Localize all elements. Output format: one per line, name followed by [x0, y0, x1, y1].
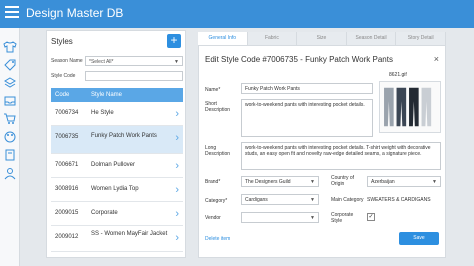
name-input[interactable]: Funky Patch Work Pants — [241, 83, 373, 94]
detail-tabs: General Info Fabric Size Season Detail S… — [198, 32, 446, 45]
brand-value: The Designers Guild — [245, 179, 291, 185]
row-code: 7006671 — [55, 162, 79, 168]
table-row[interactable]: 2009012 SS - Women MayFair Jacket › — [51, 226, 183, 252]
left-icon-rail — [0, 28, 20, 266]
styles-table: Code Style Name 7006734 He Style › 70067… — [51, 88, 183, 252]
corporate-style-label: Corporate Style — [331, 212, 354, 224]
shirt-icon[interactable] — [3, 40, 17, 54]
edit-style-form: Edit Style Code #7006735 - Funky Patch W… — [198, 45, 446, 258]
season-name-select[interactable]: *Select All* ▼ — [85, 56, 183, 66]
user-icon[interactable] — [3, 166, 17, 180]
category-select[interactable]: Cardigans ▼ — [241, 194, 319, 205]
row-code: 2009012 — [55, 234, 79, 240]
brand-select[interactable]: The Designers Guild ▼ — [241, 176, 319, 187]
vendor-select[interactable]: ▼ — [241, 212, 319, 223]
top-bar: Design Master DB — [0, 0, 474, 28]
category-value: Cardigans — [245, 197, 268, 203]
cart-icon[interactable] — [3, 112, 17, 126]
row-code: 7006735 — [55, 134, 79, 140]
delete-item-link[interactable]: Delete item — [205, 236, 230, 242]
season-name-value: *Select All* — [89, 59, 114, 65]
chevron-down-icon: ▼ — [432, 179, 437, 185]
table-row[interactable]: 7006734 He Style › — [51, 102, 183, 126]
name-label: Name* — [205, 87, 221, 93]
tab-story-detail[interactable]: Story Detail — [396, 32, 446, 45]
tab-general-info[interactable]: General Info — [198, 32, 248, 45]
close-icon[interactable]: × — [434, 54, 439, 64]
row-name: Funky Patch Work Pants — [91, 133, 157, 139]
pants-image — [380, 82, 440, 132]
row-name: Women Lydia Top — [91, 186, 139, 192]
tab-fabric[interactable]: Fabric — [247, 32, 298, 45]
layers-icon[interactable] — [3, 76, 17, 90]
book-icon[interactable] — [3, 148, 17, 162]
table-header: Code Style Name — [51, 88, 183, 102]
style-code-label: Style Code — [51, 73, 76, 79]
column-header-style-name: Style Name — [91, 92, 123, 98]
row-name: Dolman Pullover — [91, 162, 136, 168]
tag-icon[interactable] — [3, 58, 17, 72]
main-category-label: Main Category — [331, 197, 364, 203]
row-name: Corporate — [91, 210, 118, 216]
app-title: Design Master DB — [26, 6, 124, 20]
row-code: 7006734 — [55, 110, 79, 116]
hamburger-menu-icon[interactable] — [5, 6, 19, 20]
main-category-value: SWEATERS & CARDIGANS — [367, 197, 431, 203]
chevron-right-icon[interactable]: › — [175, 108, 179, 120]
country-of-origin-label: Country of Origin — [331, 175, 355, 187]
table-row[interactable]: 3008916 Women Lydia Top › — [51, 178, 183, 202]
style-code-input[interactable] — [85, 71, 183, 81]
table-row[interactable]: 7006671 Dolman Pullover › — [51, 154, 183, 178]
save-button[interactable]: Save — [399, 232, 439, 245]
corporate-style-checkbox[interactable]: ✓ — [367, 213, 375, 221]
row-code: 3008916 — [55, 186, 79, 192]
styles-title: Styles — [51, 37, 73, 46]
table-row[interactable]: 2009015 Corporate › — [51, 202, 183, 226]
chevron-down-icon: ▼ — [310, 179, 315, 185]
row-code: 2009015 — [55, 210, 79, 216]
add-style-button[interactable]: + — [167, 34, 181, 48]
short-description-input[interactable]: work-to-weekend pants with interesting p… — [241, 99, 373, 137]
long-description-input[interactable]: work-to-weekend pants with interesting p… — [241, 142, 441, 170]
category-label: Category* — [205, 198, 228, 204]
palette-icon[interactable] — [3, 130, 17, 144]
tab-size[interactable]: Size — [297, 32, 347, 45]
table-row-selected[interactable]: 7006735 Funky Patch Work Pants › — [51, 126, 183, 154]
chevron-down-icon: ▼ — [310, 215, 315, 221]
country-value: Azerbaijan — [371, 179, 395, 185]
column-header-code: Code — [55, 92, 70, 98]
form-title: Edit Style Code #7006735 - Funky Patch W… — [205, 55, 393, 64]
chevron-right-icon[interactable]: › — [175, 132, 179, 144]
chevron-right-icon[interactable]: › — [175, 160, 179, 172]
styles-panel: Styles + Season Name *Select All* ▼ Styl… — [46, 30, 186, 258]
vendor-label: Vendor — [205, 215, 221, 221]
row-name: SS - Women MayFair Jacket — [91, 231, 168, 237]
long-description-label: Long Description — [205, 145, 231, 157]
chevron-right-icon[interactable]: › — [175, 184, 179, 196]
image-filename: 8621.gif — [389, 72, 407, 78]
chevron-right-icon[interactable]: › — [175, 208, 179, 220]
short-description-label: Short Description — [205, 101, 231, 113]
brand-label: Brand* — [205, 179, 221, 185]
chevron-right-icon[interactable]: › — [175, 232, 179, 244]
chevron-down-icon: ▼ — [310, 197, 315, 203]
country-of-origin-select[interactable]: Azerbaijan ▼ — [367, 176, 441, 187]
chevron-down-icon: ▼ — [174, 59, 179, 65]
inbox-icon[interactable] — [3, 94, 17, 108]
season-name-label: Season Name — [51, 58, 83, 64]
product-image[interactable] — [379, 81, 441, 133]
tab-season-detail[interactable]: Season Detail — [346, 32, 397, 45]
row-name: He Style — [91, 110, 114, 116]
